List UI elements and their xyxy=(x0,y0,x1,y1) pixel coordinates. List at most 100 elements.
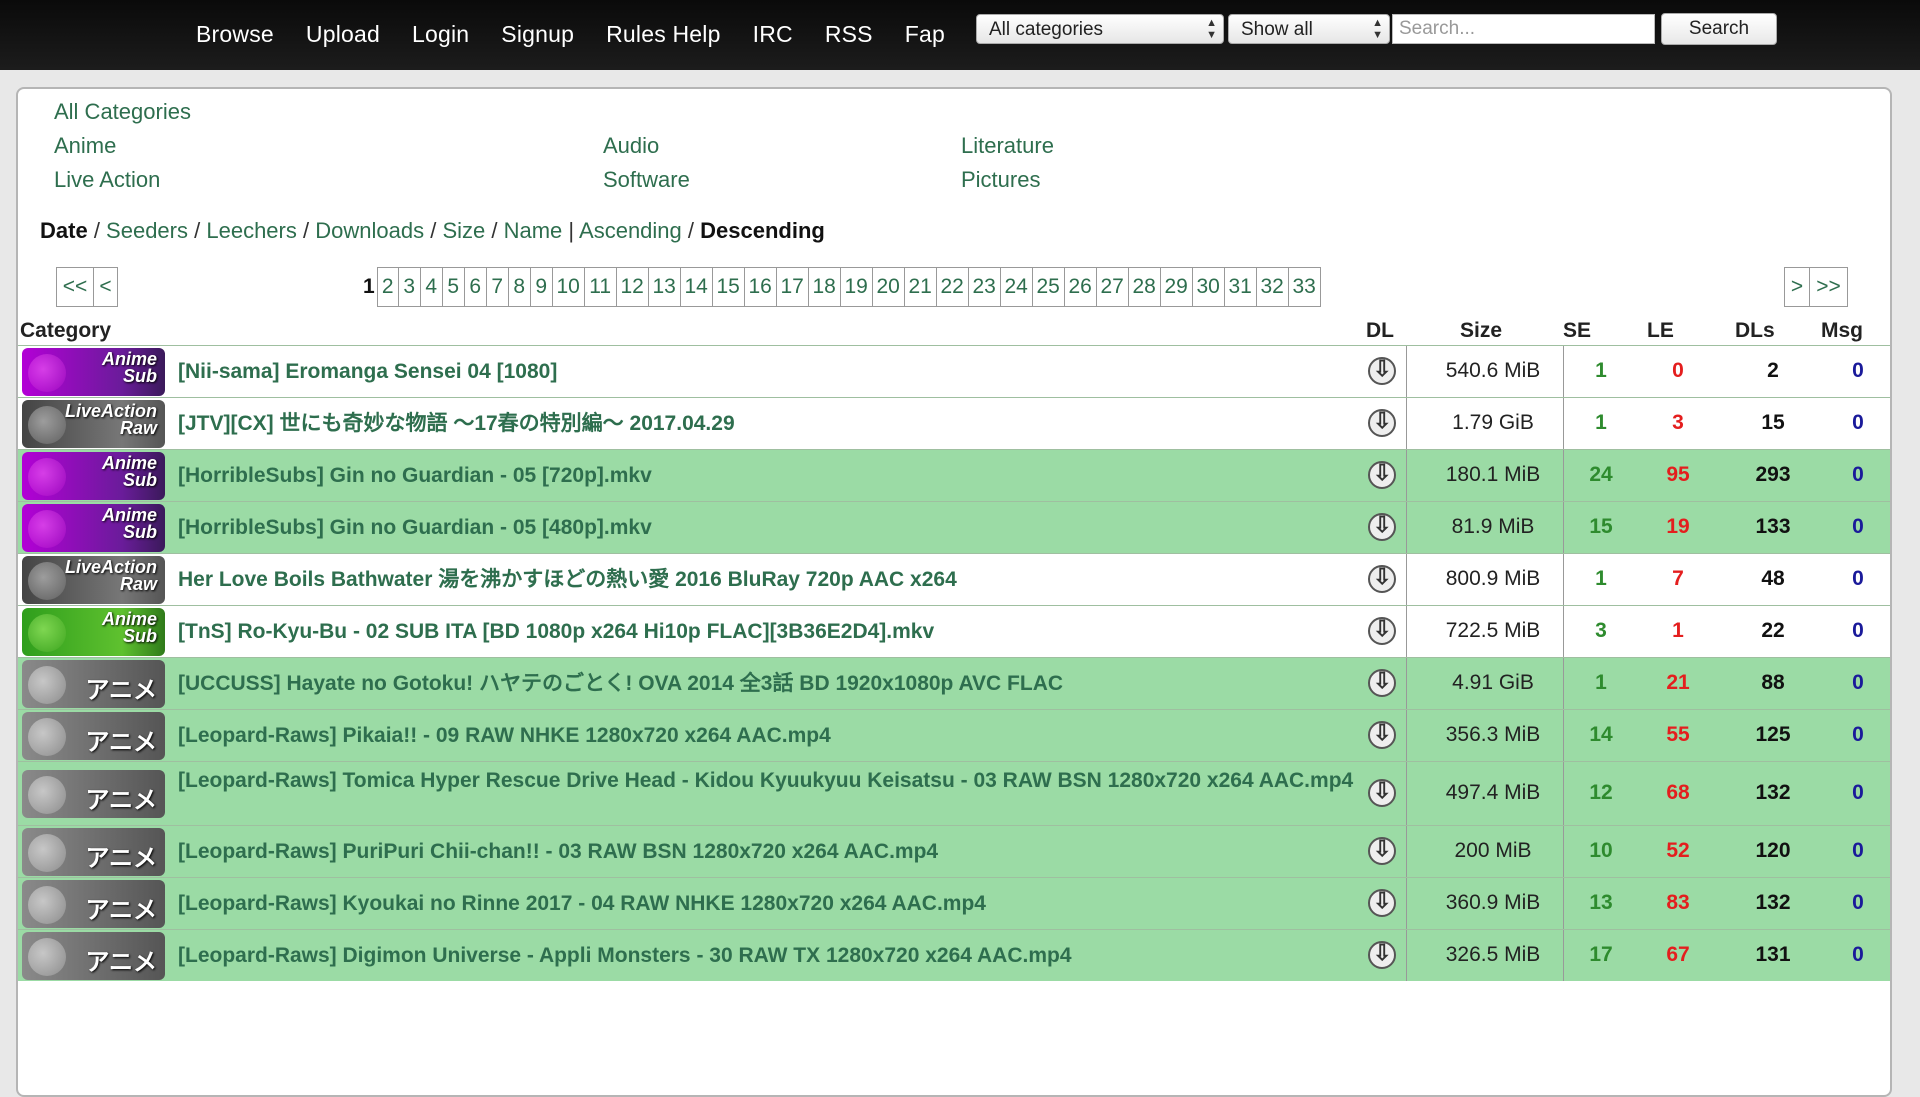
category-badge[interactable]: アニメ xyxy=(22,660,165,708)
torrent-messages[interactable]: 0 xyxy=(1838,515,1878,539)
page-link[interactable]: 6 xyxy=(464,267,487,307)
search-input[interactable] xyxy=(1392,14,1655,44)
torrent-messages[interactable]: 0 xyxy=(1838,671,1878,695)
page-link[interactable]: 13 xyxy=(648,267,681,307)
order-ascending[interactable]: Ascending xyxy=(579,218,682,243)
page-link[interactable]: 18 xyxy=(808,267,841,307)
torrent-title-link[interactable]: [UCCUSS] Hayate no Gotoku! ハヤテのごとく! OVA … xyxy=(178,671,1378,697)
page-link[interactable]: 17 xyxy=(776,267,809,307)
category-badge[interactable]: アニメ xyxy=(22,770,165,818)
torrent-title-link[interactable]: [Leopard-Raws] Pikaia!! - 09 RAW NHKE 12… xyxy=(178,723,1378,749)
category-badge[interactable]: アニメ xyxy=(22,828,165,876)
page-link[interactable]: 10 xyxy=(552,267,585,307)
page-link[interactable]: 12 xyxy=(616,267,649,307)
torrent-title-link[interactable]: [TnS] Ro-Kyu-Bu - 02 SUB ITA [BD 1080p x… xyxy=(178,619,1378,645)
category-badge[interactable]: LiveAction Raw xyxy=(22,400,165,448)
torrent-messages[interactable]: 0 xyxy=(1838,723,1878,747)
category-audio[interactable]: Audio xyxy=(603,133,659,159)
page-link[interactable]: 19 xyxy=(840,267,873,307)
category-live-action[interactable]: Live Action xyxy=(54,167,160,193)
page-link[interactable]: 5 xyxy=(442,267,465,307)
category-badge[interactable]: アニメ xyxy=(22,880,165,928)
page-link[interactable]: 24 xyxy=(1000,267,1033,307)
page-link[interactable]: 15 xyxy=(712,267,745,307)
nav-rules-help[interactable]: Rules Help xyxy=(606,21,721,48)
sort-size[interactable]: Size xyxy=(442,218,485,243)
page-link[interactable]: 8 xyxy=(508,267,531,307)
category-literature[interactable]: Literature xyxy=(961,133,1054,159)
category-badge[interactable]: Anime Sub xyxy=(22,452,165,500)
torrent-title-link[interactable]: [HorribleSubs] Gin no Guardian - 05 [480… xyxy=(178,515,1378,541)
torrent-messages[interactable]: 0 xyxy=(1838,891,1878,915)
page-link[interactable]: 11 xyxy=(584,267,617,307)
page-link[interactable]: 3 xyxy=(398,267,421,307)
torrent-title-link[interactable]: [HorribleSubs] Gin no Guardian - 05 [720… xyxy=(178,463,1378,489)
page-link[interactable]: 31 xyxy=(1224,267,1257,307)
download-icon[interactable] xyxy=(1368,836,1396,865)
category-all[interactable]: All Categories xyxy=(54,99,191,125)
page-last-button[interactable]: >> xyxy=(1810,267,1848,307)
torrent-messages[interactable]: 0 xyxy=(1838,943,1878,967)
torrent-messages[interactable]: 0 xyxy=(1838,359,1878,383)
page-link[interactable]: 33 xyxy=(1288,267,1321,307)
page-link[interactable]: 2 xyxy=(376,267,399,307)
nav-login[interactable]: Login xyxy=(412,21,469,48)
nav-fap[interactable]: Fap xyxy=(905,21,945,48)
filter-select[interactable]: Show all ▲ ▼ xyxy=(1228,14,1390,44)
torrent-messages[interactable]: 0 xyxy=(1838,839,1878,863)
page-link[interactable]: 7 xyxy=(486,267,509,307)
download-icon[interactable] xyxy=(1368,940,1396,969)
page-link[interactable]: 22 xyxy=(936,267,969,307)
torrent-messages[interactable]: 0 xyxy=(1838,463,1878,487)
category-anime[interactable]: Anime xyxy=(54,133,116,159)
category-badge[interactable]: アニメ xyxy=(22,932,165,980)
torrent-messages[interactable]: 0 xyxy=(1838,411,1878,435)
page-next-button[interactable]: > xyxy=(1784,267,1810,307)
category-pictures[interactable]: Pictures xyxy=(961,167,1040,193)
search-button[interactable]: Search xyxy=(1661,13,1777,45)
sort-downloads[interactable]: Downloads xyxy=(315,218,424,243)
sort-name[interactable]: Name xyxy=(504,218,563,243)
nav-browse[interactable]: Browse xyxy=(196,21,274,48)
category-select[interactable]: All categories ▲ ▼ xyxy=(976,14,1224,44)
order-descending[interactable]: Descending xyxy=(700,218,825,243)
torrent-title-link[interactable]: [Nii-sama] Eromanga Sensei 04 [1080] xyxy=(178,359,1378,385)
page-link[interactable]: 26 xyxy=(1064,267,1097,307)
page-link[interactable]: 30 xyxy=(1192,267,1225,307)
torrent-title-link[interactable]: [Leopard-Raws] PuriPuri Chii-chan!! - 03… xyxy=(178,839,1378,865)
download-icon[interactable] xyxy=(1368,668,1396,697)
category-badge[interactable]: LiveAction Raw xyxy=(22,556,165,604)
sort-seeders[interactable]: Seeders xyxy=(106,218,188,243)
page-link[interactable]: 32 xyxy=(1256,267,1289,307)
torrent-title-link[interactable]: Her Love Boils Bathwater 湯を沸かすほどの熱い愛 201… xyxy=(178,567,1378,593)
nav-upload[interactable]: Upload xyxy=(306,21,380,48)
torrent-title-link[interactable]: [JTV][CX] 世にも奇妙な物語 ～17春の特別編～ 2017.04.29 xyxy=(178,411,1378,437)
download-icon[interactable] xyxy=(1368,888,1396,917)
page-link[interactable]: 16 xyxy=(744,267,777,307)
torrent-title-link[interactable]: [Leopard-Raws] Digimon Universe - Appli … xyxy=(178,943,1378,969)
nav-rss[interactable]: RSS xyxy=(825,21,873,48)
page-link[interactable]: 20 xyxy=(872,267,905,307)
download-icon[interactable] xyxy=(1368,720,1396,749)
download-icon[interactable] xyxy=(1368,778,1396,807)
page-link[interactable]: 23 xyxy=(968,267,1001,307)
download-icon[interactable] xyxy=(1368,408,1396,437)
download-icon[interactable] xyxy=(1368,460,1396,489)
sort-leechers[interactable]: Leechers xyxy=(206,218,297,243)
page-link[interactable]: 21 xyxy=(904,267,937,307)
nav-signup[interactable]: Signup xyxy=(501,21,574,48)
download-icon[interactable] xyxy=(1368,616,1396,645)
download-icon[interactable] xyxy=(1368,512,1396,541)
page-link[interactable]: 27 xyxy=(1096,267,1129,307)
page-link[interactable]: 25 xyxy=(1032,267,1065,307)
download-icon[interactable] xyxy=(1368,356,1396,385)
sort-date[interactable]: Date xyxy=(40,218,88,243)
page-link[interactable]: 9 xyxy=(530,267,553,307)
page-link[interactable]: 14 xyxy=(680,267,713,307)
category-badge[interactable]: アニメ xyxy=(22,712,165,760)
category-badge[interactable]: Anime Sub xyxy=(22,504,165,552)
category-badge[interactable]: Anime Sub xyxy=(22,348,165,396)
page-first-button[interactable]: << xyxy=(56,267,94,307)
page-link[interactable]: 28 xyxy=(1128,267,1161,307)
category-badge[interactable]: Anime Sub xyxy=(22,608,165,656)
